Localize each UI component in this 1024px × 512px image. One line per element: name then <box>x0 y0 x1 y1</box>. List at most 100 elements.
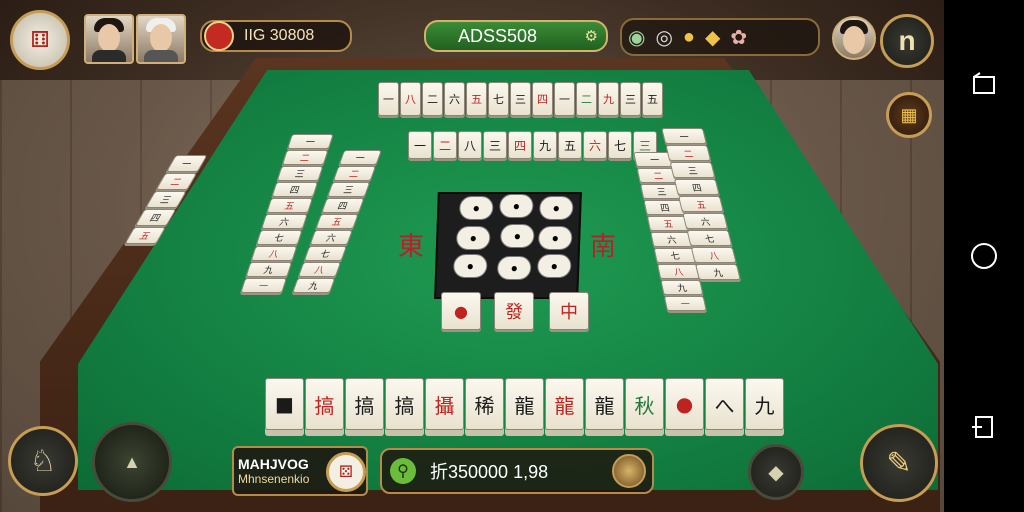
coin-icon: ◆ <box>705 26 721 49</box>
mahjong-tile: 一 <box>240 278 288 293</box>
mahjong-tile: 八 <box>656 264 701 279</box>
left-wind-label: 東 <box>398 232 425 262</box>
search-icon: ⚲ <box>390 458 416 484</box>
mahjong-tile[interactable]: 龍 <box>585 378 624 430</box>
player-hand: ■ 搞搞搞攝稀龍龍龍秋 ● へ九 <box>265 378 784 430</box>
home-icon <box>971 242 997 269</box>
center-tile: ● <box>452 254 488 278</box>
mahjong-tile: 八 <box>458 131 482 159</box>
discard-button[interactable]: ✎ <box>860 424 938 502</box>
mahjong-tile[interactable]: 秋 <box>625 378 664 430</box>
mahjong-tile: 八 <box>297 262 342 277</box>
room-code: ADSS508 <box>458 25 538 46</box>
mahjong-tile[interactable]: へ <box>705 378 744 430</box>
hand-icon: ◆ <box>768 461 784 484</box>
mahjong-tile: 九 <box>291 278 336 293</box>
front-tile-3[interactable]: 中 <box>549 292 589 330</box>
dice-icon: ⚅ <box>30 27 50 52</box>
back-button[interactable] <box>967 410 1001 444</box>
mahjong-tile[interactable]: 攝 <box>425 378 464 430</box>
home-button[interactable] <box>967 239 1001 273</box>
coin-icon <box>204 21 234 51</box>
mahjong-tile: 二 <box>665 145 712 161</box>
mahjong-tile: 七 <box>255 230 303 245</box>
player-emblem[interactable]: ⚄ <box>326 452 366 492</box>
back-icon <box>972 415 993 438</box>
center-discard-pad: ● ● ● ● ● ● ● ● ● <box>434 192 582 299</box>
mahjong-tile[interactable]: 搞 <box>305 378 344 430</box>
mahjong-tile: 三 <box>669 162 716 178</box>
mahjong-tile: 七 <box>653 248 697 263</box>
self-avatar[interactable] <box>832 16 876 60</box>
mahjong-tile[interactable]: 九 <box>745 378 784 430</box>
opponent-avatar-1[interactable] <box>84 14 134 64</box>
mahjong-tile[interactable]: 龍 <box>505 378 544 430</box>
dice-icon: ⚄ <box>339 464 353 481</box>
mahjong-tile: 二 <box>422 82 443 116</box>
mahjong-tile: 六 <box>583 131 607 159</box>
bell-button[interactable]: ♘ <box>8 426 78 496</box>
bottom-player-name: MAHJVOG <box>238 456 309 472</box>
mahjong-tile: 四 <box>271 182 319 197</box>
center-tile: ● <box>498 194 534 218</box>
center-tile: ● <box>458 196 494 220</box>
mahjong-tile: 六 <box>444 82 465 116</box>
room-code-pill[interactable]: ADSS508 ⚙ <box>424 20 608 52</box>
front-tile-2[interactable]: 發 <box>494 292 534 330</box>
player-score: IIG 30808 <box>244 27 315 44</box>
mahjong-tile: 四 <box>673 179 720 195</box>
mahjong-tile: 九 <box>660 280 704 295</box>
mahjong-tile: 四 <box>508 131 532 159</box>
pot-icon <box>612 454 646 488</box>
mahjong-tile: 五 <box>266 198 314 213</box>
mahjong-tile: 二 <box>433 131 457 159</box>
mahjong-tile: 八 <box>690 247 737 263</box>
mahjong-tile[interactable]: 搞 <box>385 378 424 430</box>
center-tile: ● <box>496 256 532 280</box>
front-tile-1[interactable]: ● <box>441 292 481 330</box>
mahjong-tile: 八 <box>250 246 298 261</box>
action-button[interactable]: ◆ <box>748 444 804 500</box>
mahjong-tile: 五 <box>466 82 487 116</box>
mahjong-tile[interactable]: 稀 <box>465 378 504 430</box>
compass-icon: ▲ <box>123 451 141 472</box>
mahjong-tile: 一 <box>378 82 399 116</box>
bag-icon: ◎ <box>655 26 673 49</box>
items-bar[interactable]: ◉ ◎ ● ◆ ✿ <box>620 18 820 56</box>
mahjong-tile: 九 <box>598 82 619 116</box>
mahjong-tile: 一 <box>663 296 707 311</box>
dice-button[interactable]: ⚅ <box>10 10 70 70</box>
top-discards: 一二八三四九五六七三 <box>408 131 657 159</box>
mahjong-tile: 一 <box>408 131 432 159</box>
chat-icon: ✿ <box>730 26 748 49</box>
balance-bar: ⚲ 折350000 1,98 <box>380 448 654 494</box>
android-nav-bar <box>944 0 1024 512</box>
bottom-player-sub: Mhnsenenkio <box>238 472 310 486</box>
mahjong-tile: 三 <box>276 166 324 181</box>
bag-icon: ◉ <box>628 26 646 49</box>
mahjong-tile: 二 <box>281 150 329 165</box>
chest-button[interactable]: ▦ <box>886 92 932 138</box>
menu-button[interactable]: n <box>880 14 934 68</box>
mahjong-tile: 一 <box>554 82 575 116</box>
center-tile: ● <box>536 254 572 278</box>
compass-button[interactable]: ▲ <box>92 422 172 502</box>
mahjong-tile: 七 <box>488 82 509 116</box>
mahjong-tile: 二 <box>576 82 597 116</box>
balance-text: 折350000 1,98 <box>430 462 549 482</box>
recent-button[interactable] <box>967 68 1001 102</box>
mahjong-tile: 五 <box>678 196 724 212</box>
mahjong-tile[interactable]: ■ <box>265 378 304 430</box>
chest-icon: ▦ <box>900 104 918 125</box>
mahjong-tile: 四 <box>321 198 365 213</box>
mahjong-tile[interactable]: 搞 <box>345 378 384 430</box>
mahjong-tile[interactable]: ● <box>665 378 704 430</box>
mahjong-tile: 九 <box>694 264 741 280</box>
mahjong-tile[interactable]: 龍 <box>545 378 584 430</box>
mahjong-tile: 七 <box>608 131 632 159</box>
mahjong-tile: 六 <box>682 213 729 229</box>
mahjong-tile: 三 <box>620 82 641 116</box>
mahjong-tile: 六 <box>260 214 308 229</box>
opponent-avatar-2[interactable] <box>136 14 186 64</box>
mahjong-tile: 八 <box>400 82 421 116</box>
